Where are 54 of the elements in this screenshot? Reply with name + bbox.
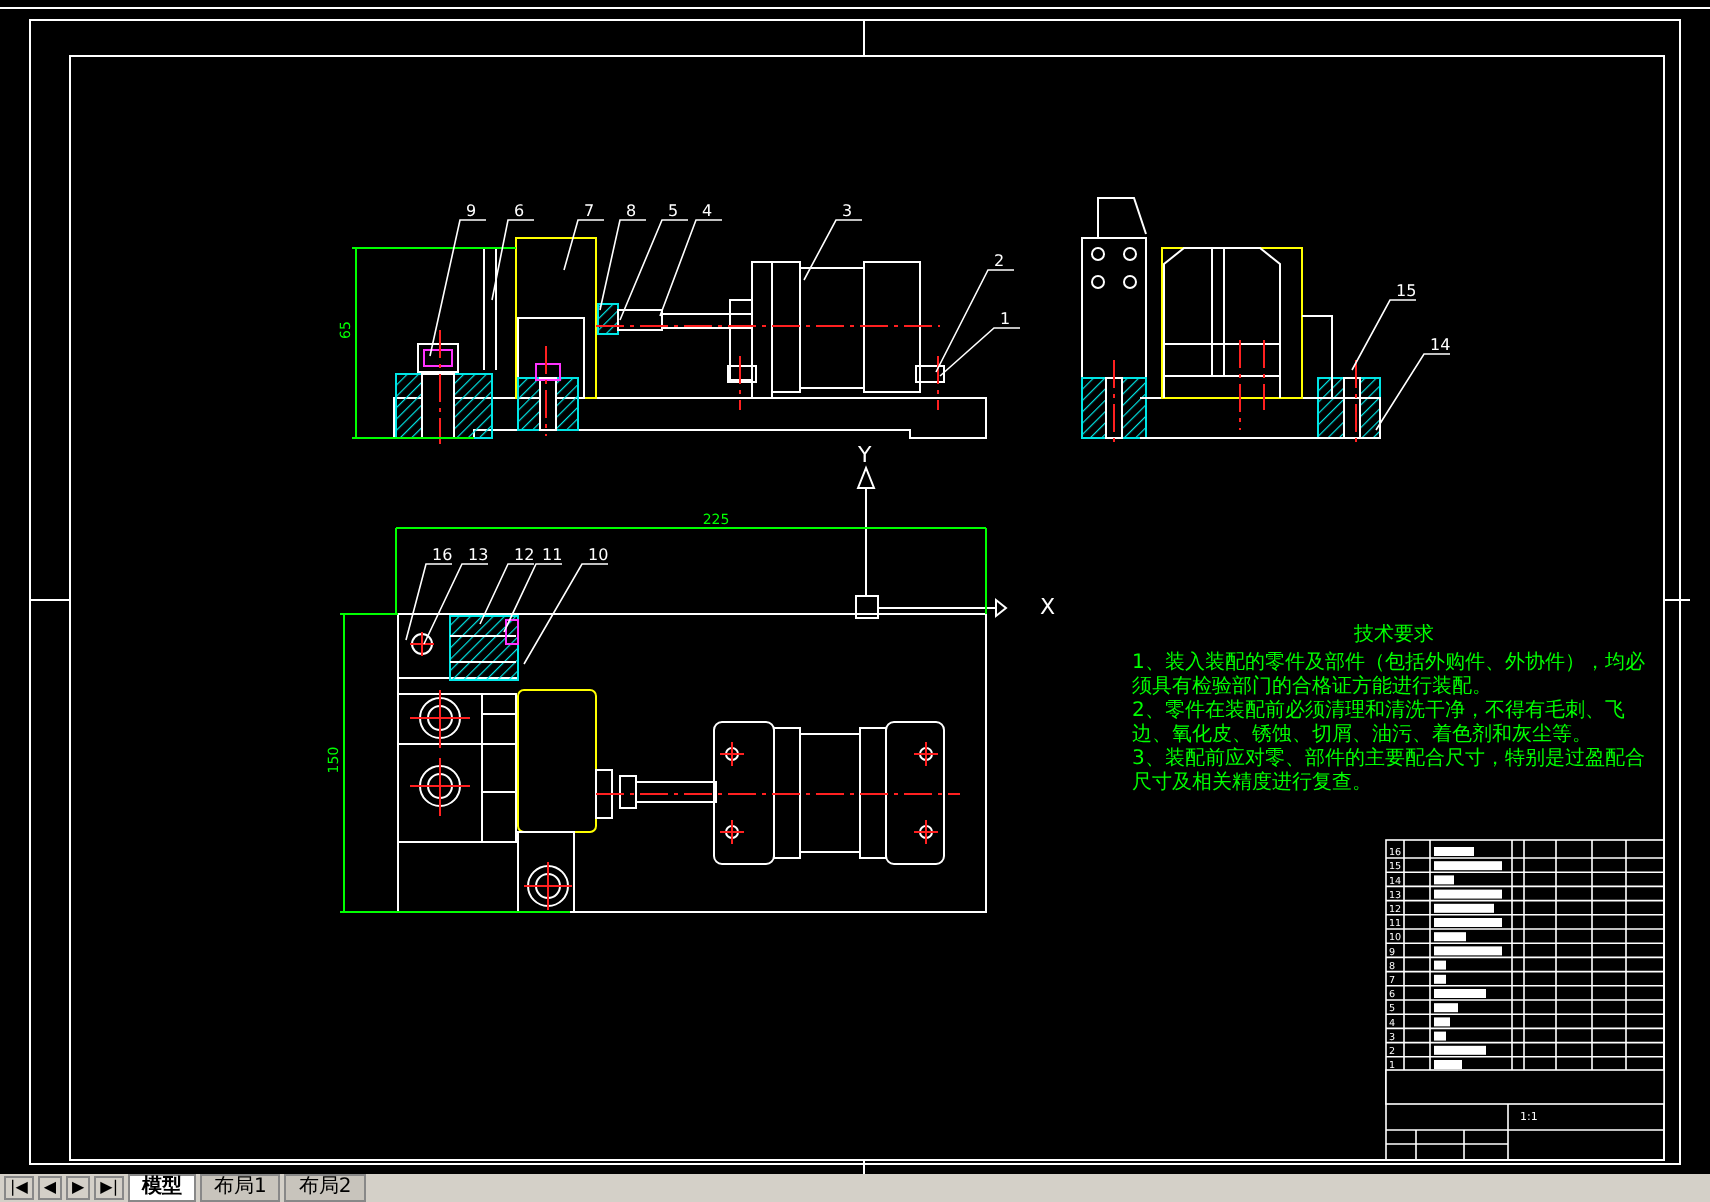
tab-nav-button[interactable]: |◀ bbox=[4, 1176, 34, 1200]
part-number: 2 bbox=[994, 252, 1005, 270]
part-number: 12 bbox=[514, 546, 535, 564]
part-number: 13 bbox=[468, 546, 489, 564]
part-number: 6 bbox=[514, 202, 525, 220]
leader-line bbox=[405, 563, 453, 641]
illegible-text-bar bbox=[1434, 918, 1502, 927]
tab-nav-button[interactable]: ▶ bbox=[66, 1176, 91, 1200]
requirement-text: 3、装配前应对零、部件的主要配合尺寸，特别是过盈配合尺寸及相关精度进行复查。 bbox=[1132, 748, 1647, 796]
requirement-text: 2、零件在装配前必须清理和清洗干净，不得有毛刺、飞边、氧化皮、锈蚀、切屑、油污、着色剂和灰尘等。 bbox=[1132, 700, 1627, 747]
leader-line bbox=[659, 219, 723, 317]
layout-tab[interactable]: 模型 bbox=[128, 1174, 197, 1202]
illegible-text-bar bbox=[1434, 889, 1502, 899]
part-number: 15 bbox=[1396, 282, 1417, 300]
part-number: 1 bbox=[1000, 310, 1011, 328]
requirements-title: 技术要求 bbox=[1352, 624, 1436, 648]
axis-label: Y bbox=[858, 442, 872, 468]
part-number: 4 bbox=[702, 202, 713, 220]
illegible-text-bar bbox=[1434, 932, 1466, 942]
illegible-text-bar bbox=[1434, 1060, 1462, 1069]
tab-nav-button[interactable]: ◀ bbox=[37, 1176, 63, 1200]
ucs-axis-icon bbox=[857, 465, 1008, 617]
illegible-text-bar bbox=[1434, 903, 1494, 913]
leader-line bbox=[803, 219, 863, 281]
part-number: 9 bbox=[466, 202, 477, 220]
part-number: 16 bbox=[432, 546, 453, 564]
part-number: 10 bbox=[588, 546, 609, 564]
illegible-text-bar bbox=[1434, 1045, 1486, 1055]
illegible-text-bar bbox=[1434, 989, 1486, 998]
layout-tab[interactable]: 布局2 bbox=[284, 1174, 366, 1202]
leader-line bbox=[429, 219, 487, 357]
illegible-text-bar bbox=[1434, 861, 1502, 871]
tab-nav-button[interactable]: ▶| bbox=[94, 1176, 125, 1200]
part-number: 3 bbox=[842, 202, 853, 220]
leader-line bbox=[491, 219, 535, 301]
illegible-text-bar bbox=[1434, 847, 1474, 856]
illegible-text-bar bbox=[1434, 960, 1446, 970]
layout-tab[interactable]: 布局1 bbox=[200, 1174, 281, 1202]
part-number: 5 bbox=[668, 202, 679, 220]
part-number: 8 bbox=[626, 202, 637, 220]
part-number: 11 bbox=[542, 546, 563, 564]
illegible-text-bar bbox=[1434, 1003, 1458, 1013]
requirement-text: 1、装入装配的零件及部件（包括外购件、外协件），均必须具有检验部门的合格证方能进行装配。 bbox=[1132, 652, 1647, 699]
leader-line bbox=[423, 563, 489, 645]
illegible-text-bar bbox=[1434, 1031, 1446, 1041]
illegible-text-bar bbox=[1434, 974, 1446, 984]
illegible-text-bar bbox=[1434, 946, 1502, 956]
leader-line bbox=[1351, 299, 1417, 371]
part-number: 7 bbox=[584, 202, 595, 220]
illegible-text-bar bbox=[1434, 875, 1454, 885]
part-number: 14 bbox=[1430, 336, 1451, 354]
illegible-text-bar bbox=[1434, 1017, 1450, 1027]
axis-label: X bbox=[1040, 594, 1056, 620]
leader-line bbox=[1375, 353, 1451, 431]
